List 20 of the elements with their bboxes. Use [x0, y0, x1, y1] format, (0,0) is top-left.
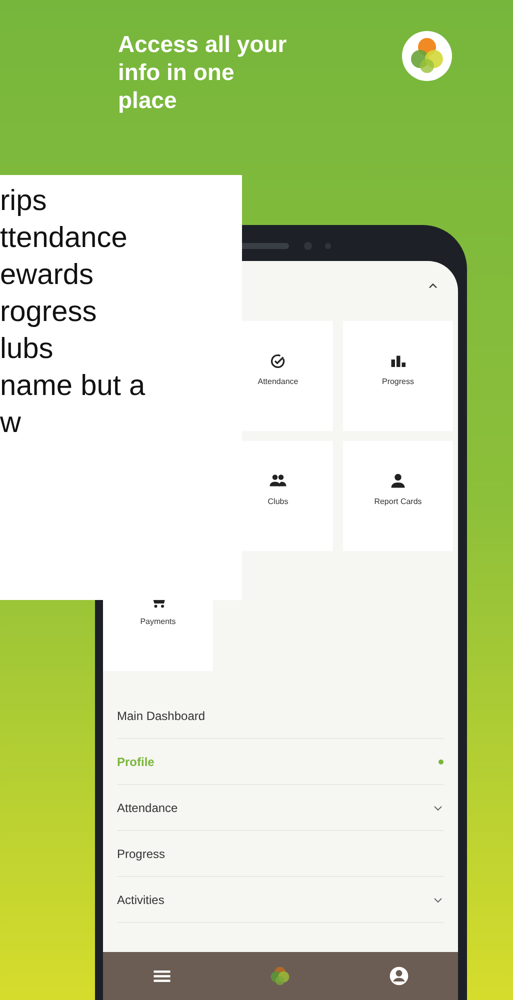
overlay-text-line: rogress	[0, 295, 98, 330]
logo-icon	[401, 30, 453, 82]
menu-item[interactable]: Attendance	[117, 785, 444, 831]
overlay-text-line: lubs	[0, 332, 54, 367]
dashboard-tile[interactable]: Report Cards	[343, 441, 453, 551]
dashboard-tile[interactable]: Progress	[343, 321, 453, 431]
person-icon	[389, 472, 407, 490]
overlay-text-line: rips	[0, 184, 48, 219]
check-circle-icon	[269, 352, 287, 370]
active-dot-icon	[438, 758, 444, 764]
logo-icon[interactable]	[269, 965, 292, 987]
overlay-text-line: w	[0, 406, 22, 441]
menu-item[interactable]: Progress	[117, 831, 444, 877]
overlay-text-line: ttendance	[0, 221, 128, 256]
account-icon[interactable]	[388, 965, 410, 987]
menu-item[interactable]: Main Dashboard	[117, 693, 444, 739]
menu-item[interactable]: Activities	[117, 877, 444, 923]
overlay-text-line: ewards	[0, 258, 94, 293]
overlay-text-line: name but a	[0, 369, 146, 404]
headline: Access all your info in one place	[118, 30, 288, 114]
